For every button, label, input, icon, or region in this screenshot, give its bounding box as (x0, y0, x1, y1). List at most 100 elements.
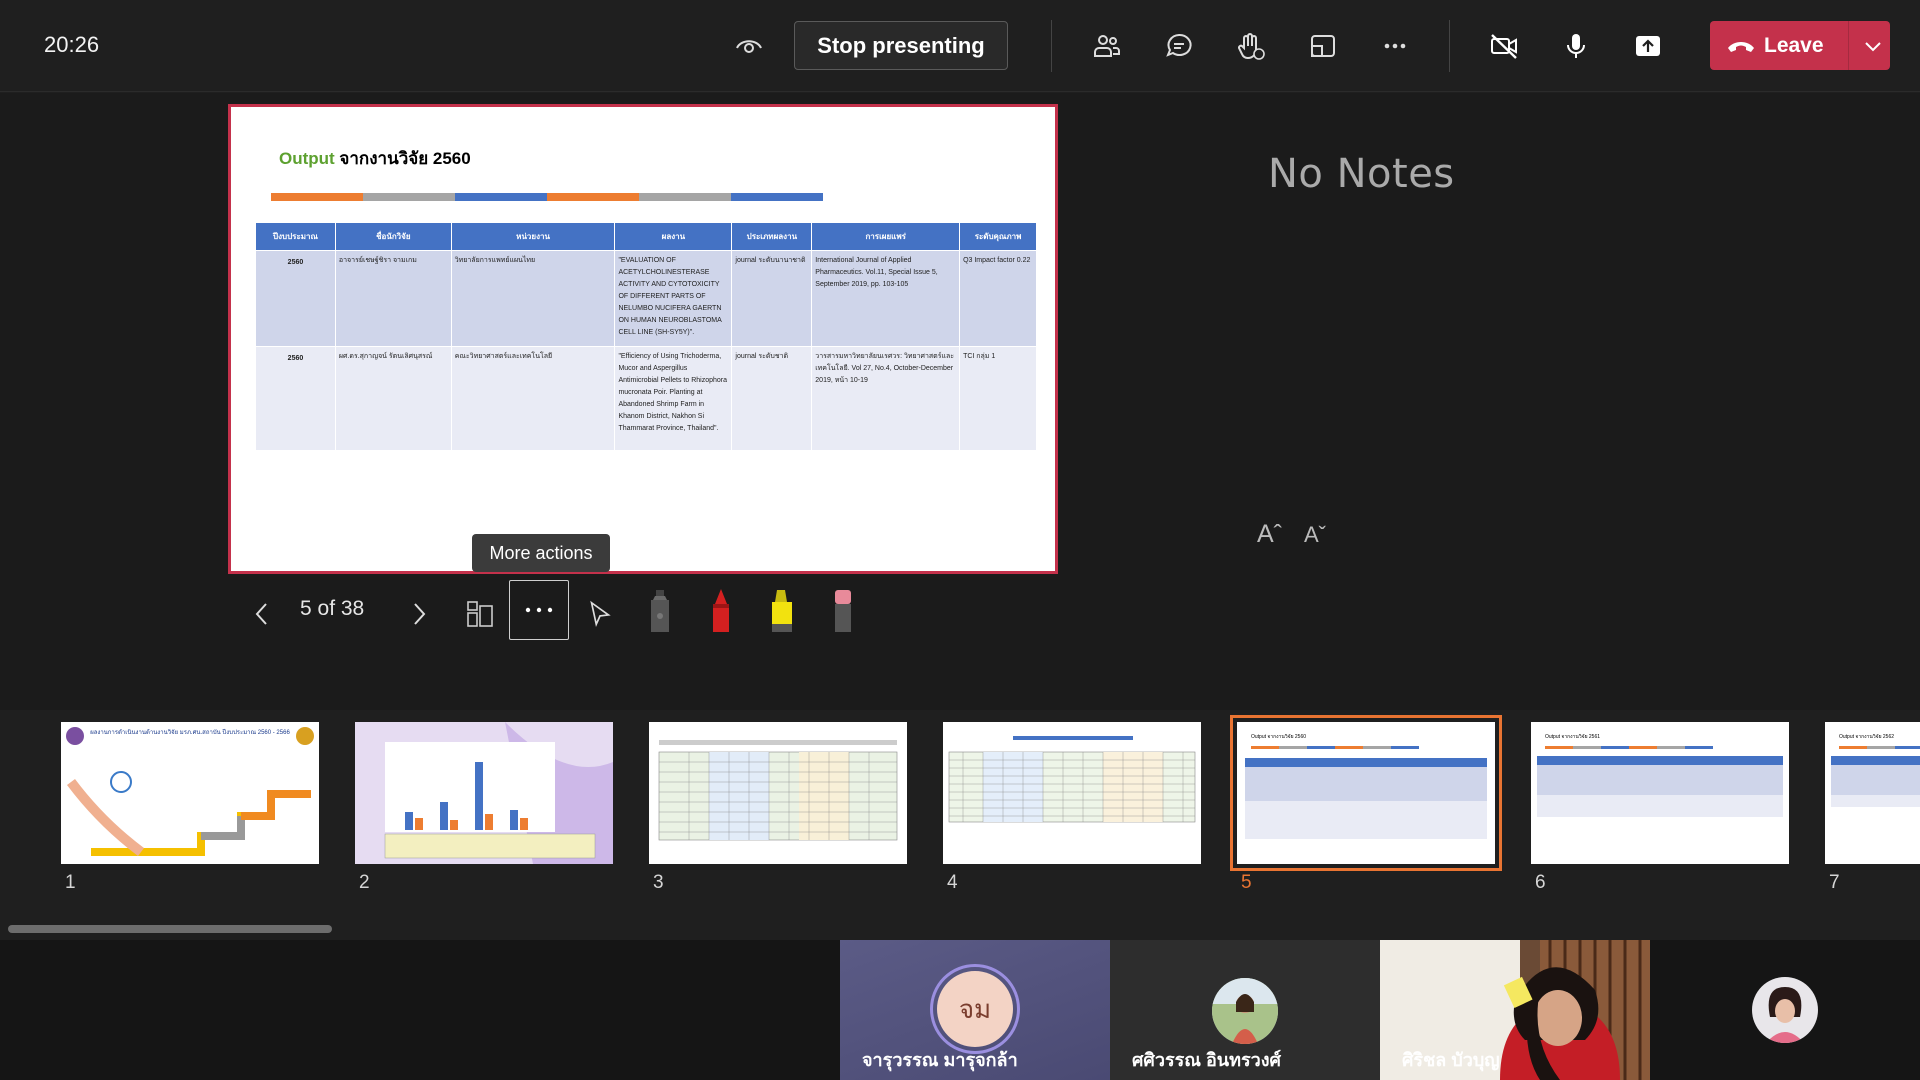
current-slide: Output จากงานวิจัย 2560 ปีงบประมาณ ชื่อน… (228, 104, 1058, 574)
pointer-icon (590, 600, 611, 628)
thumb1-title: ผลงานการดำเนินงานด้านงานวิจัย มรภ.ศน.สถา… (90, 728, 290, 736)
people-icon[interactable] (1083, 22, 1131, 70)
cell-year: 2560 (255, 250, 336, 347)
next-slide-button[interactable] (405, 588, 433, 640)
slide-stripe (731, 193, 823, 201)
slide-grid-button[interactable] (460, 588, 500, 640)
slide-stripe (271, 193, 363, 201)
column-header: ประเภทผลงาน (731, 222, 813, 251)
cell-type: journal ระดับชาติ (731, 346, 813, 451)
chevron-left-icon (255, 603, 267, 625)
stop-presenting-button[interactable]: Stop presenting (794, 21, 1008, 70)
column-header: ชื่อนักวิจัย (334, 222, 452, 251)
toolbar-divider (1449, 20, 1450, 72)
cell-researcher: ผศ.ดร.สุกาญจน์ รัตนเลิศนุสรณ์ (334, 346, 452, 451)
slide-stripe (547, 193, 639, 201)
microphone-icon[interactable] (1552, 22, 1600, 70)
avatar: จม (937, 971, 1013, 1047)
cell-work: "EVALUATION OF ACETYLCHOLINESTERASE ACTI… (614, 250, 733, 347)
share-tray-icon[interactable] (1624, 22, 1672, 70)
previous-slide-button[interactable] (248, 588, 276, 640)
column-header: การเผยแพร่ (811, 222, 961, 251)
thumbnail-number: 2 (359, 872, 370, 893)
increase-font-button[interactable]: Aˆ (1257, 520, 1282, 549)
participant-name: ศิริชล บัวบุญ (1402, 1050, 1500, 1070)
eye-icon[interactable] (725, 22, 773, 70)
research-output-table: ปีงบประมาณ ชื่อนักวิจัย หน่วยงาน ผลงาน ป… (255, 222, 1037, 451)
eraser-icon[interactable] (828, 586, 858, 636)
column-header: ระดับคุณภาพ (959, 222, 1037, 251)
cell-unit: คณะวิทยาศาสตร์และเทคโนโลยี (450, 346, 616, 451)
pen-black-icon[interactable] (645, 586, 675, 636)
participant-tile[interactable]: ศศิวรรณ อินทรวงศ์ (1110, 940, 1380, 1080)
slide-thumbnail-7[interactable]: Output จากงานวิจัย 2562 (1825, 722, 1920, 864)
slide-thumbnail-3[interactable] (649, 722, 907, 864)
cell-publication: International Journal of Applied Pharmac… (811, 250, 961, 347)
chevron-down-icon[interactable] (1860, 33, 1886, 59)
thumb6-title: Output จากงานวิจัย 2561 (1545, 733, 1600, 740)
leave-label: Leave (1764, 33, 1824, 57)
rooms-icon[interactable] (1299, 22, 1347, 70)
thumbnail-number: 7 (1829, 872, 1840, 893)
cell-unit: วิทยาลัยการแพทย์แผนไทย (450, 250, 616, 347)
slide-thumbnail-6[interactable]: Output จากงานวิจัย 2561 (1531, 722, 1789, 864)
slide-stripe (639, 193, 731, 201)
highlighter-yellow-icon[interactable] (767, 586, 797, 636)
chevron-right-icon (414, 603, 426, 625)
column-header: ปีงบประมาณ (255, 222, 336, 251)
hang-up-icon (1728, 41, 1754, 52)
thumbnail-number: 6 (1535, 872, 1546, 893)
laser-pointer-button[interactable] (582, 588, 618, 640)
cell-work: "Efficiency of Using Trichoderma, Mucor … (614, 346, 733, 451)
cell-quality: TCI กลุ่ม 1 (959, 346, 1037, 451)
chat-icon[interactable] (1155, 22, 1203, 70)
more-actions-tooltip: More actions (472, 534, 610, 572)
slide-thumbnail-4[interactable] (943, 722, 1201, 864)
column-header: ผลงาน (614, 222, 733, 251)
cell-publication: วารสารมหาวิทยาลัยนเรศวร: วิทยาศาสตร์และเ… (811, 346, 961, 451)
participant-tile[interactable]: ศิริชล บัวบุญ (1380, 940, 1650, 1080)
thumbnail-number: 4 (947, 872, 958, 893)
thumbnail-number: 3 (653, 872, 664, 893)
thumbnail-scrollbar[interactable] (8, 925, 332, 933)
participant-tile[interactable]: จม จารุวรรณ มารุจกล้า (840, 940, 1110, 1080)
leave-button[interactable]: Leave (1710, 21, 1890, 70)
slide-title: Output จากงานวิจัย 2560 (279, 149, 471, 168)
thumb5-title: Output จากงานวิจัย 2560 (1251, 733, 1306, 740)
participant-tile[interactable] (1650, 940, 1920, 1080)
slide-stripe (455, 193, 547, 201)
decrease-font-button[interactable]: Aˇ (1304, 522, 1326, 548)
cell-quality: Q3 Impact factor 0.22 (959, 250, 1037, 347)
no-notes-text: No Notes (1268, 151, 1455, 197)
pen-red-icon[interactable] (706, 586, 736, 636)
thumb7-title: Output จากงานวิจัย 2562 (1839, 733, 1894, 740)
more-options-icon[interactable] (1371, 22, 1419, 70)
participant-name: ศศิวรรณ อินทรวงศ์ (1132, 1050, 1281, 1070)
slide-thumbnail-2[interactable] (355, 722, 613, 864)
leave-divider (1848, 21, 1849, 70)
table-row: 2560 อาจารย์เชษฐ์ชิรา จามเกม วิทยาลัยการ… (255, 250, 1037, 347)
cell-researcher: อาจารย์เชษฐ์ชิรา จามเกม (334, 250, 452, 347)
slide-thumbnail-1[interactable]: ผลงานการดำเนินงานด้านงานวิจัย มรภ.ศน.สถา… (61, 722, 319, 864)
table-row: 2560 ผศ.ดร.สุกาญจน์ รัตนเลิศนุสรณ์ คณะวิ… (255, 346, 1037, 451)
toolbar-divider (1051, 20, 1052, 72)
speaking-ring: จม (930, 964, 1020, 1054)
more-actions-button[interactable] (509, 580, 569, 640)
cell-type: journal ระดับนานาชาติ (731, 250, 813, 347)
thumbnail-number: 1 (65, 872, 76, 893)
slide-sorter-icon (467, 601, 493, 627)
meeting-toolbar: 20:26 Stop presenting Leave (0, 0, 1920, 92)
avatar (1212, 978, 1278, 1044)
slide-stripe (363, 193, 455, 201)
participant-name: จารุวรรณ มารุจกล้า (862, 1050, 1018, 1070)
cell-year: 2560 (255, 346, 336, 451)
thumbnail-number-selected: 5 (1241, 872, 1252, 893)
meeting-timer: 20:26 (44, 32, 100, 57)
slide-page-indicator: 5 of 38 (300, 597, 365, 620)
avatar (1752, 977, 1818, 1043)
slide-thumbnail-5[interactable]: Output จากงานวิจัย 2560 (1230, 715, 1502, 871)
camera-off-icon[interactable] (1480, 22, 1528, 70)
raise-hand-react-icon[interactable] (1227, 22, 1275, 70)
ellipsis-icon (525, 607, 553, 613)
column-header: หน่วยงาน (450, 222, 616, 251)
